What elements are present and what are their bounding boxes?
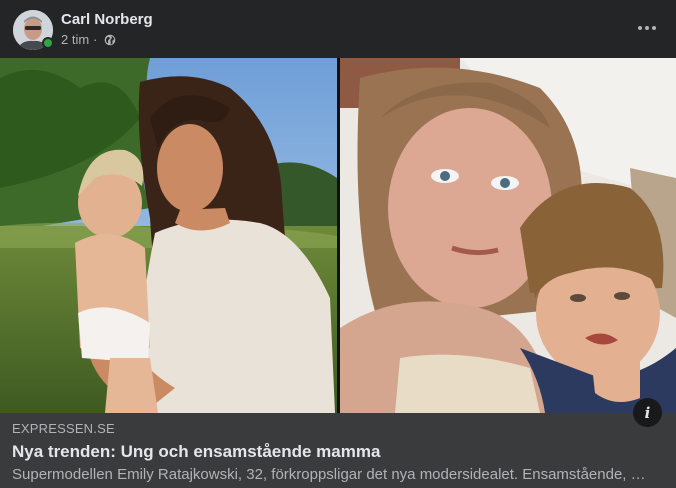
meta-separator: ·	[93, 32, 98, 47]
ellipsis-icon	[638, 26, 642, 30]
avatar[interactable]	[13, 10, 54, 50]
author-name[interactable]: Carl Norberg	[61, 11, 153, 28]
more-options-button[interactable]	[634, 16, 660, 40]
link-description: Supermodellen Emily Ratajkowski, 32, för…	[12, 466, 646, 483]
globe-icon[interactable]	[104, 34, 116, 46]
link-preview[interactable]: EXPRESSEN.SE Nya trenden: Ung och ensams…	[0, 413, 676, 488]
photo-mother-baby-outdoors	[0, 58, 337, 413]
link-domain: EXPRESSEN.SE	[12, 421, 115, 436]
post-meta: 2 tim ·	[61, 32, 116, 47]
link-title[interactable]: Nya trenden: Ung och ensamstående mamma	[12, 442, 664, 462]
online-status-dot	[42, 37, 54, 49]
photo-mother-son-selfie	[340, 58, 676, 413]
post-time[interactable]: 2 tim	[61, 32, 89, 47]
post-header: Carl Norberg 2 tim ·	[0, 0, 676, 58]
post-media[interactable]	[0, 58, 676, 413]
info-icon[interactable]: i	[633, 398, 662, 427]
